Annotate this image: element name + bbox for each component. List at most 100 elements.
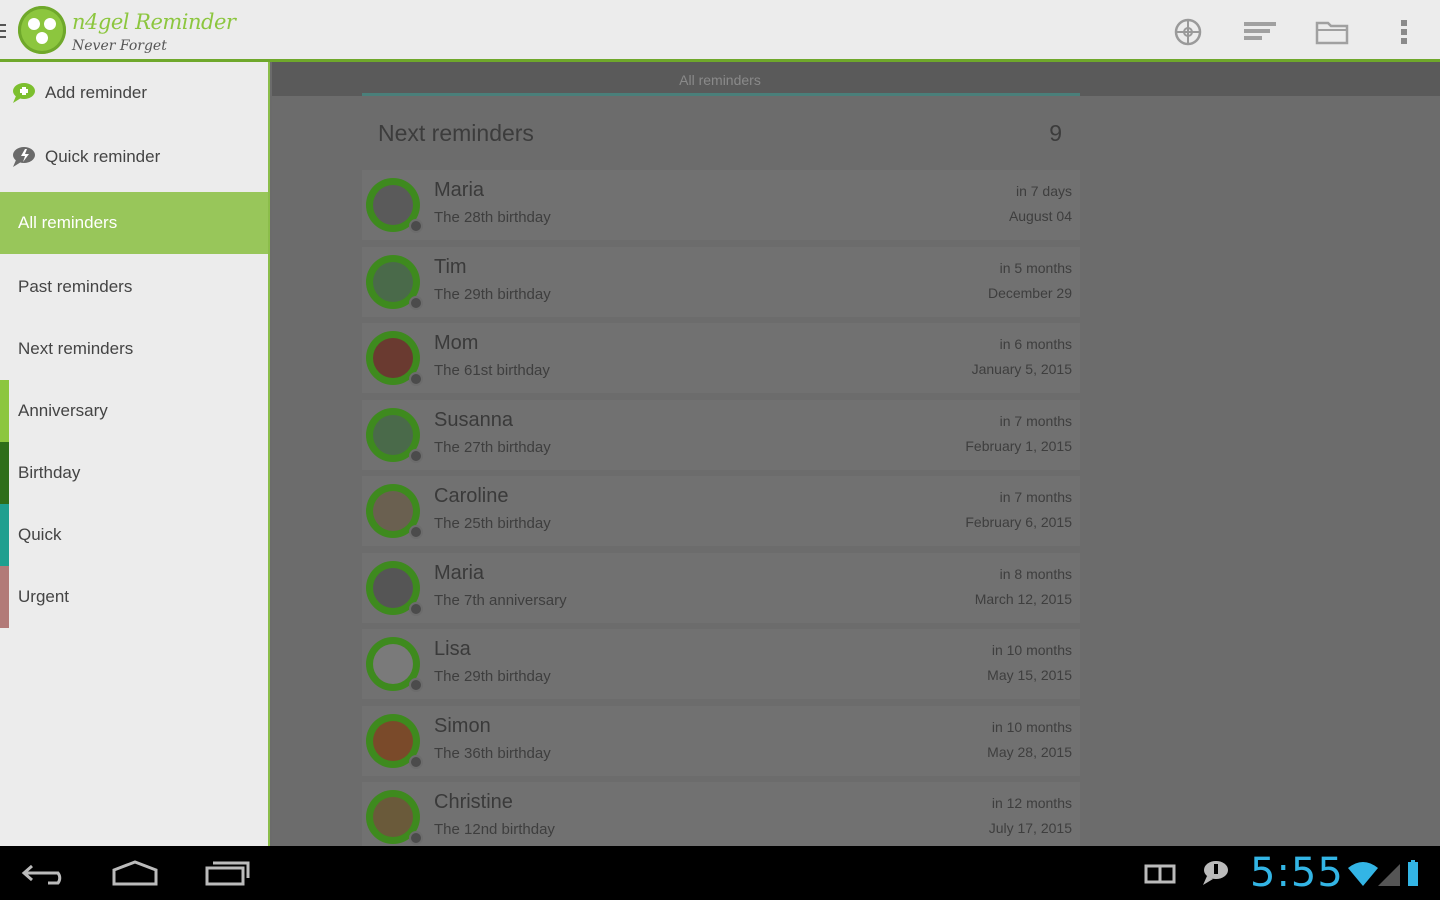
contact-avatar [366,560,423,616]
tab-strip: All reminders [272,62,1440,96]
drawer-item-birthday[interactable]: Birthday [0,442,268,504]
drawer-item-past-reminders[interactable]: Past reminders [0,256,268,318]
reminder-relative-time: in 10 months [991,718,1072,735]
reminder-description: The 29th birthday [434,285,551,303]
reminder-row[interactable]: Maria The 28th birthday in 7 days August 04 [362,170,1080,240]
reminder-date: January 5, 2015 [971,361,1072,377]
list-header-count: 9 [1049,120,1062,146]
contact-photo [373,338,413,378]
reminder-row[interactable]: Susanna The 27th birthday in 7 months Febru… [362,399,1080,470]
drawer-item-label: Quick [18,525,62,544]
tab-all-reminders[interactable]: All reminders [272,72,1168,88]
list-header: Next reminders 9 [362,96,1080,168]
reminder-date: July 17, 2015 [988,820,1072,836]
reminder-date: August 04 [1008,208,1072,224]
action-bar: n4gel Reminder Never Forget [0,0,1440,62]
reminder-relative-time: in 7 months [999,412,1072,429]
reminder-relative-time: in 7 months [999,489,1072,505]
drawer-item-urgent[interactable]: Urgent [0,566,268,628]
drawer-indicator-icon[interactable] [0,24,6,38]
reminder-description: The 7th anniversary [434,591,567,609]
wifi-icon [1346,858,1380,888]
app-title: n4gel Reminder [72,10,236,34]
speech-bubble-quick-icon [10,146,36,168]
navigation-drawer: Add reminder Quick reminder All reminder… [0,62,270,846]
drawer-item-anniversary[interactable]: Anniversary [0,380,268,442]
sort-icon[interactable] [1242,14,1278,50]
reminder-row[interactable]: Maria The 7th anniversary in 8 months March… [362,552,1080,623]
back-icon[interactable] [18,858,76,888]
drawer-item-add-reminder[interactable]: Add reminder [0,62,268,124]
signal-icon [1376,858,1402,888]
reminder-relative-time: in 8 months [999,565,1072,582]
reminder-name: Susanna [434,408,513,431]
contact-photo [373,644,413,684]
app-logo-icon[interactable] [18,6,66,54]
reminder-description: The 36th birthday [434,744,551,762]
info-badge-icon [409,831,423,845]
home-icon[interactable] [106,858,164,888]
gallery-notification-icon[interactable] [1140,858,1180,888]
contact-avatar [366,178,423,233]
reminder-row[interactable]: Christine The 12nd birthday in 12 months Ju… [362,782,1080,846]
app-subtitle: Never Forget [72,38,167,54]
reminder-name: Tim [434,255,467,278]
compass-icon[interactable] [1170,14,1206,50]
info-badge-icon [409,448,423,463]
reminder-row[interactable]: Caroline The 25th birthday in 7 months Febr… [362,476,1080,546]
status-clock: 5:55 [1250,850,1344,896]
reminder-row[interactable]: Lisa The 29th birthday in 10 months May 15,… [362,629,1080,699]
folder-icon[interactable] [1314,14,1350,50]
category-color-bar [0,442,9,504]
contact-avatar [366,254,423,310]
reminder-relative-time: in 10 months [991,642,1072,658]
reminder-name: Mom [434,332,479,354]
drawer-item-all-reminders[interactable]: All reminders [0,192,268,254]
drawer-item-next-reminders[interactable]: Next reminders [0,318,268,380]
drawer-item-label: Add reminder [45,83,148,102]
reminder-date: February 1, 2015 [965,437,1072,454]
reminder-relative-time: in 6 months [999,336,1072,352]
contact-photo [373,720,413,761]
reminder-description: The 12nd birthday [434,821,555,838]
reminder-date: March 12, 2015 [974,590,1072,607]
reminder-row[interactable]: Simon The 36th birthday in 10 months May 28… [362,705,1080,776]
info-badge-icon [409,601,423,616]
contact-avatar [366,407,423,463]
speech-bubble-add-icon [10,82,36,104]
drawer-item-label: All reminders [18,213,118,232]
reminder-name: Maria [434,179,485,201]
drawer-item-label: Quick reminder [45,147,161,166]
reminder-relative-time: in 7 days [1015,183,1072,199]
reminder-name: Caroline [434,485,509,507]
system-navigation-bar: 5:55 [0,846,1440,900]
drawer-item-label: Past reminders [18,277,133,296]
reminder-name: Christine [434,791,513,813]
info-badge-icon [409,219,423,233]
reminder-description: The 25th birthday [434,515,551,532]
info-badge-icon [409,295,423,310]
reminder-description: The 28th birthday [434,209,551,226]
contact-photo [373,185,413,225]
recent-apps-icon[interactable] [198,858,256,888]
drawer-item-label: Urgent [18,587,70,606]
reminder-row[interactable]: Tim The 29th birthday in 5 months December … [362,246,1080,317]
info-badge-icon [409,372,423,386]
reminder-description: The 29th birthday [434,668,551,685]
reminder-date: February 6, 2015 [965,514,1072,530]
drawer-item-label: Anniversary [18,401,108,420]
contact-photo [373,567,413,608]
category-color-bar [0,504,9,566]
overflow-menu-icon[interactable] [1386,14,1422,50]
drawer-item-quick-reminder[interactable]: Quick reminder [0,126,268,188]
contact-photo [373,797,413,837]
list-header-title: Next reminders [378,120,534,146]
reminder-name: Lisa [434,638,471,660]
reminder-description: The 61st birthday [434,362,550,379]
battery-icon [1402,858,1424,888]
drawer-item-quick[interactable]: Quick [0,504,268,566]
info-badge-icon [409,678,423,692]
reminder-row[interactable]: Mom The 61st birthday in 6 months January 5… [362,323,1080,393]
reminder-notification-icon[interactable] [1196,858,1232,888]
contact-photo [373,491,413,531]
